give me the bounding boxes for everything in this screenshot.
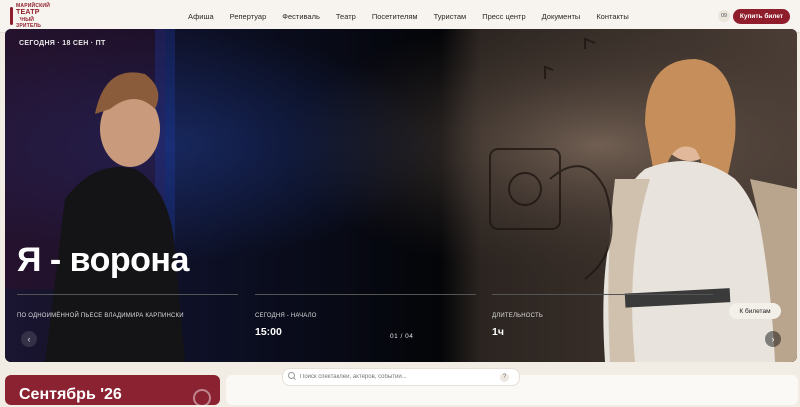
nav-item-festival[interactable]: Фестиваль	[282, 12, 320, 21]
logo-text: МАРИЙСКИЙ ТЕАТР ЮНЫЙ ЗРИТЕЛЬ	[16, 3, 50, 29]
month-label: Сентябрь '26	[19, 386, 122, 403]
info-block-duration: ДЛИТЕЛЬНОСТЬ 1ч	[492, 294, 713, 338]
prev-slide-button[interactable]: ‹	[21, 331, 37, 347]
slide-counter: 01 / 04	[390, 333, 414, 340]
hero-date: СЕГОДНЯ · 18 СЕН · ПТ	[19, 40, 106, 47]
decorative-ring-icon	[193, 389, 211, 407]
chevron-right-icon: ›	[771, 334, 775, 344]
nav-item-visitors[interactable]: Посетителям	[372, 12, 418, 21]
next-slide-button[interactable]: ›	[765, 331, 781, 347]
info-divider	[255, 294, 476, 295]
search-bar[interactable]: ?	[282, 368, 520, 386]
nav-item-tourists[interactable]: Туристам	[434, 12, 467, 21]
info-label: ДЛИТЕЛЬНОСТЬ	[492, 313, 543, 319]
logo-line-3: ЮНЫЙ ЗРИТЕЛЬ	[16, 17, 41, 29]
info-divider	[17, 294, 238, 295]
info-label: СЕГОДНЯ - НАЧАЛО	[255, 313, 317, 319]
performance-title[interactable]: Я - ворона	[17, 241, 189, 280]
to-tickets-button[interactable]: К билетам	[729, 303, 781, 319]
language-switch[interactable]: 09	[718, 10, 730, 22]
nav-item-contacts[interactable]: Контакты	[596, 12, 628, 21]
logo-line-2: ТЕАТР	[16, 9, 40, 16]
nav-item-afisha[interactable]: Афиша	[188, 12, 214, 21]
search-input[interactable]	[298, 374, 490, 380]
info-value: 15:00	[255, 326, 282, 338]
info-block-author: ПО ОДНОИМЁННОЙ ПЬЕСЕ ВЛАДИМИРА КАРПИНСКИ	[17, 294, 238, 326]
nav-item-repertoire[interactable]: Репертуар	[230, 12, 267, 21]
info-divider	[492, 294, 713, 295]
nav-item-theatre[interactable]: Театр	[336, 12, 356, 21]
nav-item-press[interactable]: Пресс центр	[482, 12, 525, 21]
calendar-month-card[interactable]: Сентябрь '26	[5, 375, 220, 407]
logo-mark-icon	[10, 7, 14, 25]
nav-item-documents[interactable]: Документы	[542, 12, 581, 21]
search-icon	[288, 372, 298, 382]
hero-slider: СЕГОДНЯ · 18 СЕН · ПТ Я - ворона ПО ОДНО…	[5, 29, 797, 362]
info-value: 1ч	[492, 326, 504, 338]
buy-ticket-button[interactable]: Купить билет	[733, 9, 790, 24]
help-icon[interactable]: ?	[500, 372, 509, 382]
chevron-left-icon: ‹	[27, 334, 31, 344]
main-nav: Афиша Репертуар Фестиваль Театр Посетите…	[188, 0, 629, 32]
info-block-start: СЕГОДНЯ - НАЧАЛО 15:00	[255, 294, 476, 338]
theatre-logo[interactable]: МАРИЙСКИЙ ТЕАТР ЮНЫЙ ЗРИТЕЛЬ	[10, 3, 50, 29]
info-label: ПО ОДНОИМЁННОЙ ПЬЕСЕ ВЛАДИМИРА КАРПИНСКИ	[17, 313, 184, 319]
